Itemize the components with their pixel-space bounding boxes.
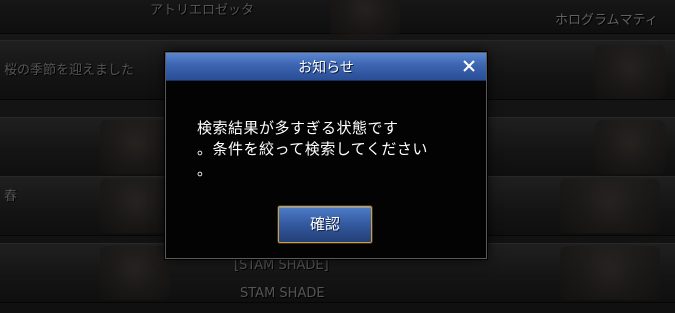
dialog-title: お知らせ <box>298 60 354 76</box>
notice-dialog: お知らせ 検索結果が多すぎる状態です 。条件を絞って検索してください 。 確認 <box>165 52 487 259</box>
close-icon[interactable] <box>460 57 478 75</box>
dialog-title-bar: お知らせ <box>166 53 486 81</box>
screen: アトリエロゼッタ ホログラムマティ 桜の季節を迎えました 春 [STAM SHA… <box>0 0 675 313</box>
confirm-button[interactable]: 確認 <box>278 206 372 243</box>
dialog-message: 検索結果が多すぎる状態です 。条件を絞って検索してください 。 <box>197 119 428 179</box>
